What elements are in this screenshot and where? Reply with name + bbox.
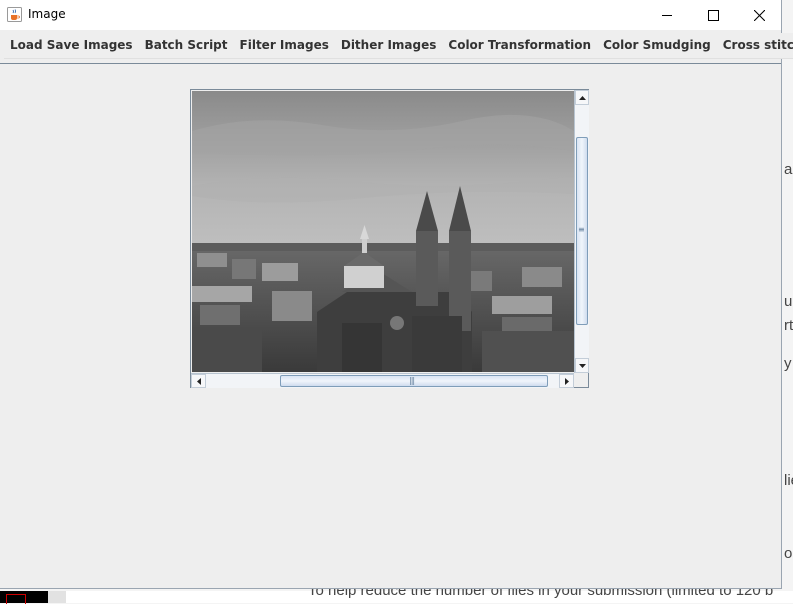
background-grey-block: [48, 591, 66, 603]
minimize-button[interactable]: [644, 0, 690, 30]
background-text-fragment: lie: [784, 472, 793, 489]
menu-load-save-images[interactable]: Load Save Images: [4, 33, 139, 58]
background-text-fragment: ur: [784, 293, 793, 310]
scroll-right-button[interactable]: [559, 374, 574, 388]
vertical-scrollbar[interactable]: ≡: [574, 90, 589, 373]
menu-batch-script[interactable]: Batch Script: [139, 33, 234, 58]
java-cup-icon: [7, 7, 22, 22]
background-text-fragment: y: [784, 355, 792, 372]
horizontal-scroll-thumb[interactable]: |||: [280, 375, 548, 387]
content-divider: [0, 63, 781, 64]
background-text-fragment: o: [784, 545, 793, 562]
displayed-image: [192, 91, 574, 372]
arrow-right-icon: [564, 377, 569, 385]
image-scroll-pane[interactable]: ≡ |||: [190, 89, 589, 388]
grip-icon: |||: [409, 376, 415, 385]
arrow-up-icon: [578, 95, 586, 100]
minimize-icon: [661, 14, 672, 16]
scroll-up-button[interactable]: [575, 90, 589, 105]
menu-dither-images[interactable]: Dither Images: [335, 33, 443, 58]
menu-cross-stitch[interactable]: Cross stitch: [717, 33, 793, 58]
menu-color-transformation[interactable]: Color Transformation: [442, 33, 597, 58]
window-title: Image: [28, 7, 66, 21]
background-video-thumbnail: [0, 591, 48, 604]
menu-bar: Load Save Images Batch Script Filter Ima…: [4, 33, 793, 59]
arrow-down-icon: [578, 363, 586, 368]
maximize-button[interactable]: [690, 0, 736, 30]
grip-icon: ≡: [578, 225, 585, 234]
maximize-icon: [707, 9, 719, 21]
background-text-fragment: rt: [784, 317, 793, 334]
app-window: Image Load Save Images Batch Script Filt…: [0, 0, 793, 589]
arrow-left-icon: [196, 377, 201, 385]
horizontal-scrollbar[interactable]: |||: [191, 373, 574, 388]
close-icon: [753, 9, 765, 21]
vertical-scroll-thumb[interactable]: ≡: [576, 137, 588, 325]
image-viewport: [192, 91, 574, 372]
close-button[interactable]: [736, 0, 782, 30]
scroll-left-button[interactable]: [191, 374, 206, 388]
menu-filter-images[interactable]: Filter Images: [234, 33, 335, 58]
background-text-fragment: a: [784, 161, 793, 178]
title-bar[interactable]: Image: [0, 0, 781, 30]
scroll-down-button[interactable]: [575, 358, 589, 373]
menu-color-smudging[interactable]: Color Smudging: [597, 33, 717, 58]
